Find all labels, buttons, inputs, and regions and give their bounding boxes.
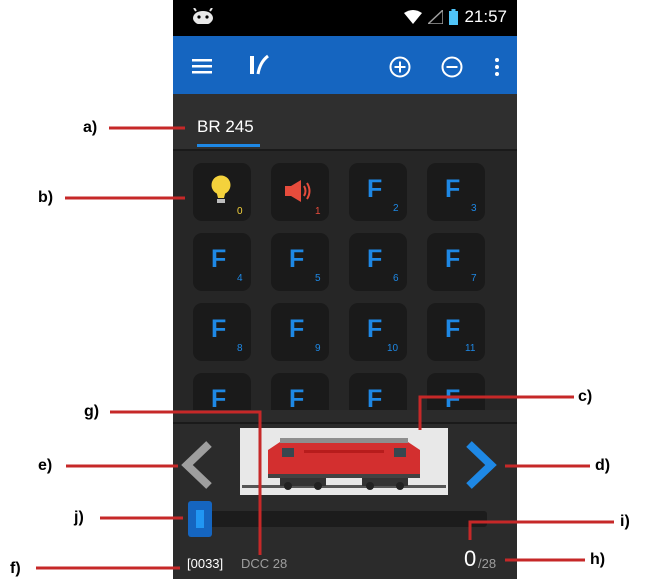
callout-label-g: g) [84, 403, 100, 420]
callout-label-e: e) [38, 457, 53, 474]
callout-label-f: f) [10, 560, 21, 577]
callout-line-g [110, 410, 262, 555]
callout-line-c [418, 395, 574, 430]
callout-label-j: j) [74, 509, 84, 526]
callout-label-d: d) [595, 457, 611, 474]
callout-line-i [468, 520, 614, 540]
callout-label-c: c) [578, 388, 593, 405]
callout-label-h: h) [590, 551, 606, 568]
callout-label-b: b) [38, 189, 54, 206]
callout-label-i: i) [620, 513, 630, 530]
callout-lines [36, 126, 614, 570]
callout-label-a: a) [83, 119, 98, 136]
